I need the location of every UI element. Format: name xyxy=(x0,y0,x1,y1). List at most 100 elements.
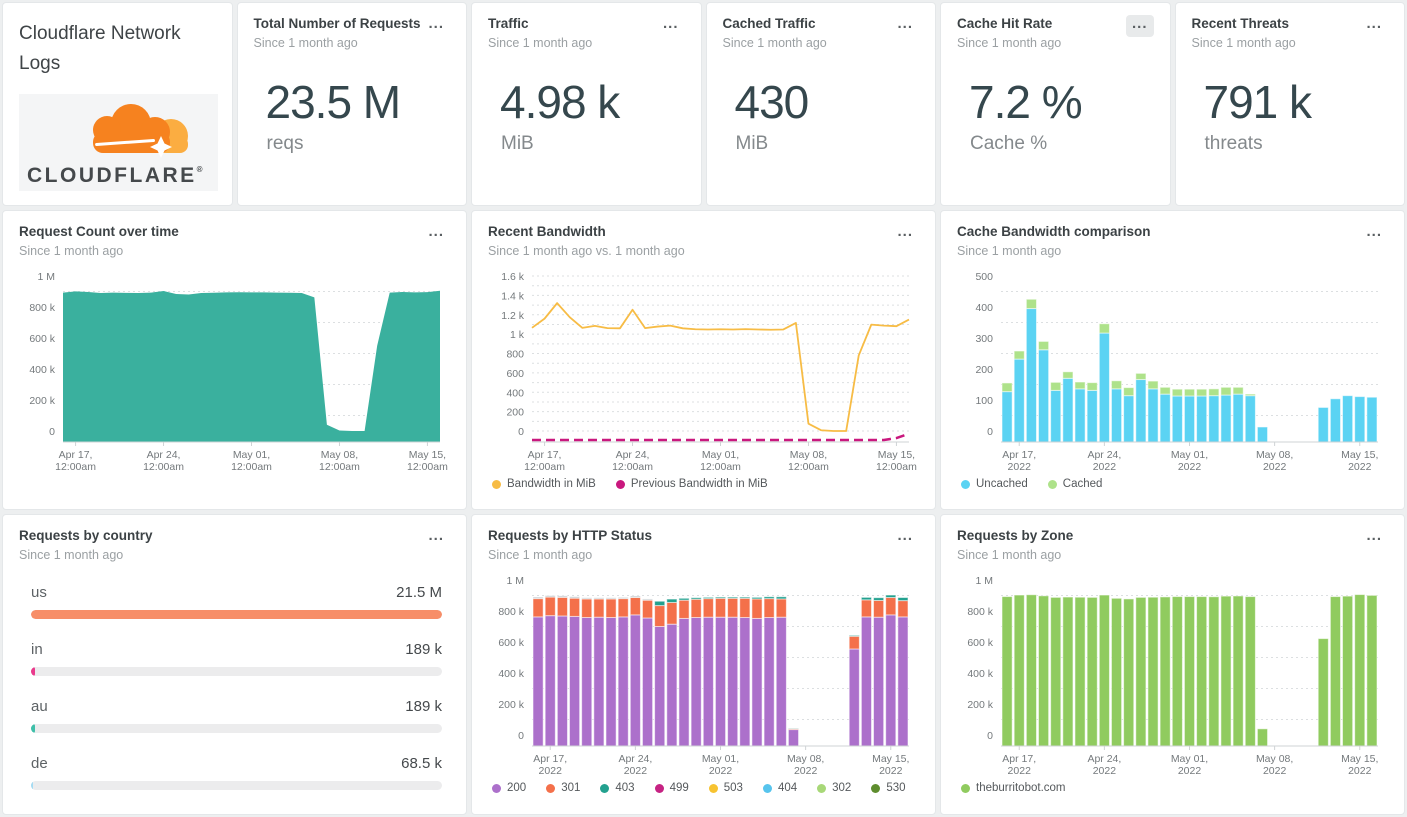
panel-title: Total Number of Requests xyxy=(254,15,421,33)
panel-title: Recent Bandwidth xyxy=(488,223,685,241)
legend-item[interactable]: Uncached xyxy=(961,478,1028,490)
legend-item[interactable]: 200 xyxy=(492,782,526,794)
chart-panel-requests-by-country: Requests by country Since 1 month ago ..… xyxy=(2,514,467,815)
cloudflare-logo-image: CLOUDFLARE® xyxy=(19,94,218,191)
panel-menu-button[interactable]: ... xyxy=(891,223,919,245)
legend-item[interactable]: 526 xyxy=(492,814,526,815)
legend-dot xyxy=(600,784,609,793)
legend-item[interactable]: 499 xyxy=(655,782,689,794)
panel-menu-button[interactable]: ... xyxy=(422,15,450,37)
svg-text:May 01,: May 01, xyxy=(702,753,739,765)
svg-text:May 08,: May 08, xyxy=(1256,449,1293,461)
legend-dot xyxy=(961,480,970,489)
svg-text:2022: 2022 xyxy=(1008,765,1032,777)
chart-legend: Bandwidth in MiB Previous Bandwidth in Mi… xyxy=(492,478,919,490)
legend-item[interactable]: theburritobot.com xyxy=(961,782,1066,794)
panel-subtitle: Since 1 month ago xyxy=(488,36,592,50)
svg-text:Apr 24,: Apr 24, xyxy=(147,449,181,461)
panel-menu-button[interactable]: ... xyxy=(1360,527,1388,549)
svg-text:1.6 k: 1.6 k xyxy=(501,271,525,283)
svg-text:0: 0 xyxy=(49,426,55,438)
svg-text:2022: 2022 xyxy=(1008,461,1032,473)
legend-item[interactable]: 404 xyxy=(763,782,797,794)
svg-text:600: 600 xyxy=(506,368,524,380)
panel-subtitle: Since 1 month ago xyxy=(19,548,153,562)
country-label: us xyxy=(31,584,47,601)
brand-panel: Cloudflare Network Logs CLOUDFLARE® xyxy=(2,2,233,206)
svg-text:800 k: 800 k xyxy=(498,606,524,618)
panel-title: Request Count over time xyxy=(19,223,179,241)
svg-text:2022: 2022 xyxy=(1263,461,1287,473)
stat-panel-cache-hit-rate: Cache Hit Rate Since 1 month ago ... 7.2… xyxy=(940,2,1171,206)
svg-text:May 15,: May 15, xyxy=(872,753,909,765)
http-status-chart[interactable]: 1 M800 k600 k400 k200 k0Apr 17,2022Apr 2… xyxy=(488,568,919,780)
svg-text:200 k: 200 k xyxy=(498,699,524,711)
legend-item[interactable]: 403 xyxy=(600,782,634,794)
svg-text:May 15,: May 15, xyxy=(878,449,915,461)
svg-text:2022: 2022 xyxy=(794,765,818,777)
svg-text:12:00am: 12:00am xyxy=(319,461,360,473)
svg-text:200: 200 xyxy=(975,364,993,376)
svg-text:0: 0 xyxy=(518,426,524,438)
request-count-chart[interactable]: 1 M800 k600 k400 k200 k0Apr 17,12:00amAp… xyxy=(19,264,450,476)
legend-item[interactable]: 524 xyxy=(546,814,580,815)
panel-menu-button[interactable]: ... xyxy=(657,15,685,37)
panel-menu-button[interactable]: ... xyxy=(891,527,919,549)
panel-menu-button[interactable]: ... xyxy=(1360,15,1388,37)
panel-menu-button[interactable]: ... xyxy=(422,527,450,549)
svg-text:May 08,: May 08, xyxy=(1256,753,1293,765)
chart-legend: theburritobot.com xyxy=(961,782,1388,794)
country-label: in xyxy=(31,641,43,658)
stat-unit: reqs xyxy=(267,133,451,155)
svg-text:300: 300 xyxy=(975,333,993,345)
svg-text:1 M: 1 M xyxy=(37,271,55,283)
recent-bandwidth-chart[interactable]: 1.6 k1.4 k1.2 k1 k8006004002000Apr 17,12… xyxy=(488,264,919,476)
country-bar-list: us21.5 M in189 k au189 k de68.5 k xyxy=(31,584,442,790)
svg-text:400 k: 400 k xyxy=(29,364,55,376)
legend-item[interactable]: 503 xyxy=(709,782,743,794)
legend-item[interactable]: 302 xyxy=(817,782,851,794)
svg-text:12:00am: 12:00am xyxy=(55,461,96,473)
svg-text:May 01,: May 01, xyxy=(702,449,739,461)
svg-text:2022: 2022 xyxy=(1178,765,1202,777)
stat-value: 791 k xyxy=(1204,75,1389,129)
legend-item[interactable]: 301 xyxy=(546,782,580,794)
chart-panel-request-count: Request Count over time Since 1 month ag… xyxy=(2,210,467,510)
country-row[interactable]: us21.5 M xyxy=(31,584,442,619)
panel-subtitle: Since 1 month ago xyxy=(19,244,179,258)
svg-text:May 01,: May 01, xyxy=(1171,449,1208,461)
chart-panel-http-status: Requests by HTTP Status Since 1 month ag… xyxy=(471,514,936,815)
recent-bandwidth-canvas: 1.6 k1.4 k1.2 k1 k8006004002000Apr 17,12… xyxy=(488,264,919,476)
legend-dot xyxy=(763,784,772,793)
cache-bandwidth-chart[interactable]: 5004003002001000Apr 17,2022Apr 24,2022Ma… xyxy=(957,264,1388,476)
stat-panel-traffic: Traffic Since 1 month ago ... 4.98 k MiB xyxy=(471,2,702,206)
cloudflare-logo: CLOUDFLARE® xyxy=(19,94,218,191)
svg-text:200 k: 200 k xyxy=(29,395,55,407)
panel-menu-button[interactable]: ... xyxy=(422,223,450,245)
stat-unit: MiB xyxy=(501,133,685,155)
country-row[interactable]: au189 k xyxy=(31,698,442,733)
panel-title: Cache Hit Rate xyxy=(957,15,1061,33)
svg-text:12:00am: 12:00am xyxy=(231,461,272,473)
svg-text:2022: 2022 xyxy=(1348,461,1372,473)
legend-item[interactable]: Bandwidth in MiB xyxy=(492,478,596,490)
panel-menu-button[interactable]: ... xyxy=(1360,223,1388,245)
country-row[interactable]: de68.5 k xyxy=(31,755,442,790)
legend-item[interactable]: Cached xyxy=(1048,478,1103,490)
country-bar-fill xyxy=(31,610,442,619)
panel-menu-button[interactable]: ... xyxy=(1126,15,1154,37)
svg-text:12:00am: 12:00am xyxy=(788,461,829,473)
panel-menu-button[interactable]: ... xyxy=(891,15,919,37)
svg-text:2022: 2022 xyxy=(1178,461,1202,473)
chart-legend: 200 301 403 499 503 404 302 530 526 524 xyxy=(492,782,919,815)
chart-panel-requests-by-zone: Requests by Zone Since 1 month ago ... 1… xyxy=(940,514,1405,815)
legend-item[interactable]: Previous Bandwidth in MiB xyxy=(616,478,768,490)
requests-by-zone-chart[interactable]: 1 M800 k600 k400 k200 k0Apr 17,2022Apr 2… xyxy=(957,568,1388,780)
legend-item[interactable]: 530 xyxy=(871,782,905,794)
chart-legend: Uncached Cached xyxy=(961,478,1388,490)
stat-unit: MiB xyxy=(736,133,920,155)
country-row[interactable]: in189 k xyxy=(31,641,442,676)
svg-text:12:00am: 12:00am xyxy=(407,461,448,473)
legend-dot xyxy=(616,480,625,489)
stat-panel-total-requests: Total Number of Requests Since 1 month a… xyxy=(237,2,468,206)
